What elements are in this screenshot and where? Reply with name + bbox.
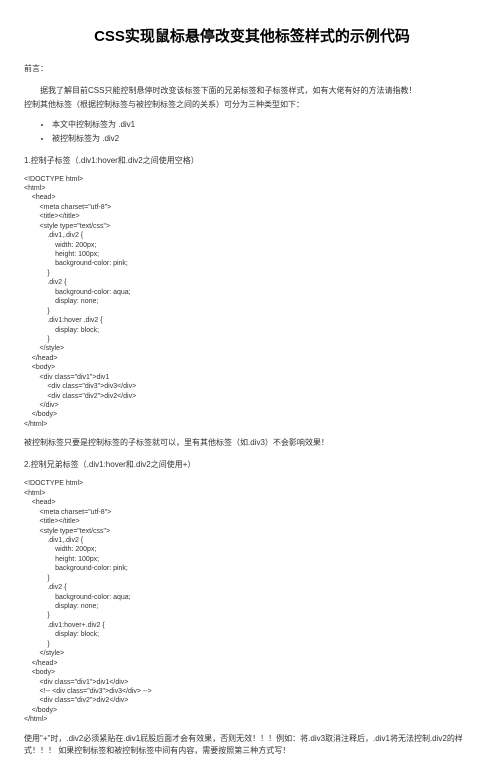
preface-paragraph-2: 控制其他标签（根据控制标签与被控制标签之间的关系）可分为三种类型如下： [24,99,480,111]
section-heading-1: 1.控制子标签（.div1:hover和.div2之间使用空格） [24,155,480,167]
page-title: CSS实现鼠标悬停改变其他标签样式的示例代码 [24,26,480,49]
list-item: 本文中控制标签为 .div1 [52,119,480,131]
preface-label: 前言： [24,63,480,75]
bullet-list: 本文中控制标签为 .div1 被控制标签为 .div2 [24,119,480,145]
code-block-2: <!DOCTYPE html> <html> <head> <meta char… [24,479,480,724]
list-item: 被控制标签为 .div2 [52,133,480,145]
note-1: 被控制标签只要是控制标签的子标签就可以，里有其他标签（如.div3）不会影响效果… [24,437,480,449]
preface-paragraph-1: 据我了解目前CSS只能控制悬停时改变该标签下面的兄弟标签和子标签样式，如有大佬有… [24,85,480,97]
code-block-1: <!DOCTYPE html> <html> <head> <meta char… [24,175,480,430]
section-heading-2: 2.控制兄弟标签（.div1:hover和.div2之间使用+） [24,459,480,471]
note-2: 使用"+"时，.div2必须紧贴在.div1屁股后面才会有效果，否则无效！！！例… [24,733,480,757]
